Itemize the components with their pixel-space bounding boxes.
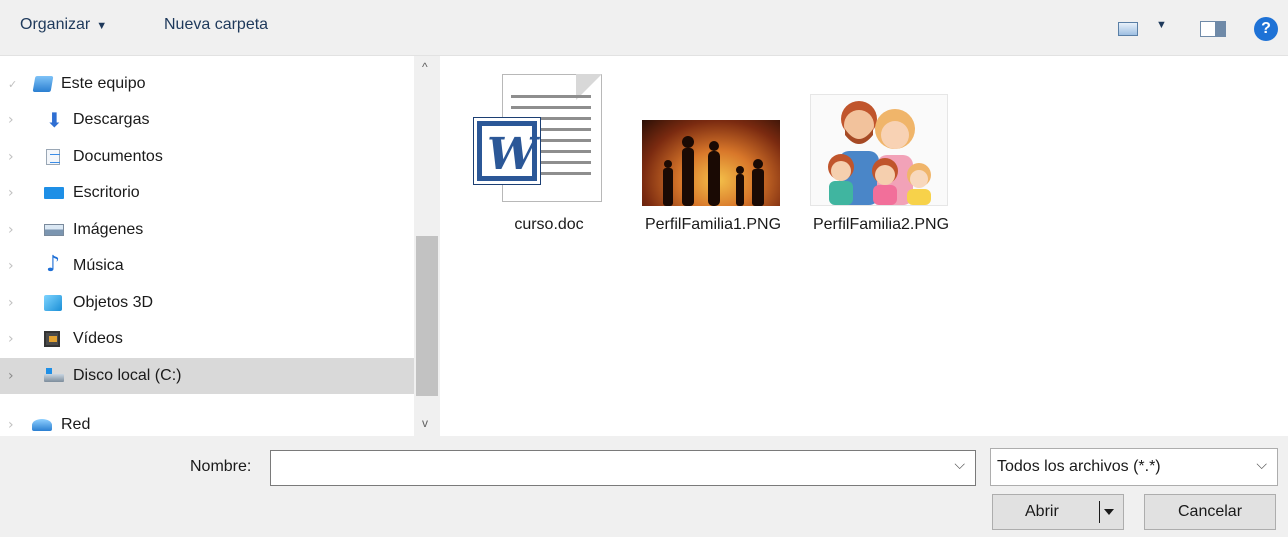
file-name: curso.doc [514, 216, 584, 233]
cancel-button[interactable]: Cancelar [1144, 494, 1276, 530]
downloads-icon [46, 108, 64, 132]
navigation-scrollbar[interactable]: ^ v [414, 56, 440, 436]
new-folder-button[interactable]: Nueva carpeta [164, 16, 268, 34]
videos-icon [44, 331, 60, 347]
view-options-chevron-icon[interactable]: ▼ [1156, 19, 1167, 31]
nav-item-label: Documentos [73, 148, 163, 165]
chevron-right-icon[interactable]: › [8, 222, 14, 238]
file-name: PerfilFamilia2.PNG [812, 216, 950, 233]
music-icon [44, 252, 62, 277]
3d-objects-icon [44, 295, 62, 311]
footer-panel: Nombre: ⌵ Todos los archivos (*.*) ⌵ Abr… [0, 436, 1288, 537]
pictures-icon [44, 224, 64, 236]
navigation-pane[interactable]: ✓ Este equipo › Descargas › Documentos ›… [0, 56, 440, 436]
chevron-right-icon[interactable]: › [8, 258, 14, 274]
documents-icon [46, 149, 60, 165]
open-split-divider [1099, 501, 1100, 523]
nav-item-objetos-3d[interactable]: › Objetos 3D [0, 285, 414, 321]
preview-pane-icon[interactable] [1200, 21, 1226, 37]
open-button[interactable]: Abrir [992, 494, 1124, 530]
file-list[interactable]: W curso.doc PerfilFamilia1.PNG PerfilFam… [440, 56, 1288, 436]
desktop-icon [44, 187, 64, 199]
chevron-right-icon[interactable]: › [8, 112, 14, 128]
chevron-right-icon[interactable]: › [8, 185, 14, 201]
nav-item-label: Red [61, 416, 91, 433]
filename-label: Nombre: [190, 458, 252, 475]
nav-item-descargas[interactable]: › Descargas [0, 102, 414, 138]
chevron-right-icon[interactable]: › [8, 417, 14, 433]
file-name: PerfilFamilia1.PNG [644, 216, 782, 233]
open-options-chevron-icon[interactable] [1104, 509, 1114, 515]
chevron-down-icon[interactable]: ⌵ [954, 457, 965, 473]
image-thumbnail [810, 94, 948, 206]
nav-item-label: Escritorio [73, 184, 140, 201]
cancel-button-label: Cancelar [1177, 503, 1243, 520]
chevron-right-icon[interactable]: › [8, 331, 14, 347]
change-view-icon[interactable] [1118, 22, 1138, 36]
organize-label: Organizar [20, 16, 91, 33]
local-disk-icon [44, 368, 64, 382]
family-silhouette-image [663, 136, 764, 206]
image-thumbnail [642, 120, 780, 206]
file-item[interactable]: PerfilFamilia1.PNG [638, 74, 788, 274]
scroll-down-icon[interactable]: v [422, 416, 428, 430]
open-button-label: Abrir [1025, 503, 1059, 520]
filename-input[interactable] [275, 457, 935, 479]
command-bar: Organizar ▼ Nueva carpeta ▼ ? [0, 0, 1288, 56]
nav-item-label: Disco local (C:) [73, 367, 182, 384]
chevron-down-icon[interactable]: ⌵ [1256, 457, 1267, 473]
nav-item-label: Vídeos [73, 330, 123, 347]
nav-item-label: Objetos 3D [73, 294, 154, 311]
expanded-chevron-icon[interactable]: ✓ [8, 78, 17, 91]
nav-item-documentos[interactable]: › Documentos [0, 139, 414, 175]
chevron-down-icon: ▼ [96, 20, 108, 32]
pc-icon [32, 76, 54, 92]
word-document-icon: W [474, 118, 540, 184]
nav-item-videos[interactable]: › Vídeos [0, 321, 414, 357]
nav-item-disco-local[interactable]: › Disco local (C:) [0, 358, 414, 394]
help-icon[interactable]: ? [1254, 17, 1278, 41]
chevron-right-icon[interactable]: › [8, 149, 14, 165]
nav-item-escritorio[interactable]: › Escritorio [0, 175, 414, 211]
file-type-value: Todos los archivos (*.*) [997, 458, 1161, 475]
nav-item-imagenes[interactable]: › Imágenes [0, 212, 414, 248]
file-item[interactable]: W curso.doc [474, 74, 624, 244]
organize-menu-button[interactable]: Organizar ▼ [20, 16, 107, 34]
chevron-right-icon[interactable]: › [8, 295, 14, 311]
nav-item-label: Música [73, 257, 124, 274]
scroll-up-icon[interactable]: ^ [422, 60, 428, 74]
nav-item-label: Este equipo [61, 75, 146, 92]
scrollbar-thumb[interactable] [416, 236, 438, 396]
chevron-right-icon[interactable]: › [8, 368, 14, 384]
file-type-select[interactable]: Todos los archivos (*.*) ⌵ [990, 448, 1278, 486]
nav-item-este-equipo[interactable]: ✓ Este equipo [0, 66, 414, 102]
network-icon [32, 419, 52, 431]
nav-item-label: Imágenes [73, 221, 144, 238]
family-cartoon-image [828, 101, 931, 205]
nav-item-musica[interactable]: › Música [0, 248, 414, 284]
filename-combobox[interactable]: ⌵ [270, 450, 976, 486]
file-item[interactable]: PerfilFamilia2.PNG [806, 74, 956, 274]
nav-item-label: Descargas [73, 111, 150, 128]
